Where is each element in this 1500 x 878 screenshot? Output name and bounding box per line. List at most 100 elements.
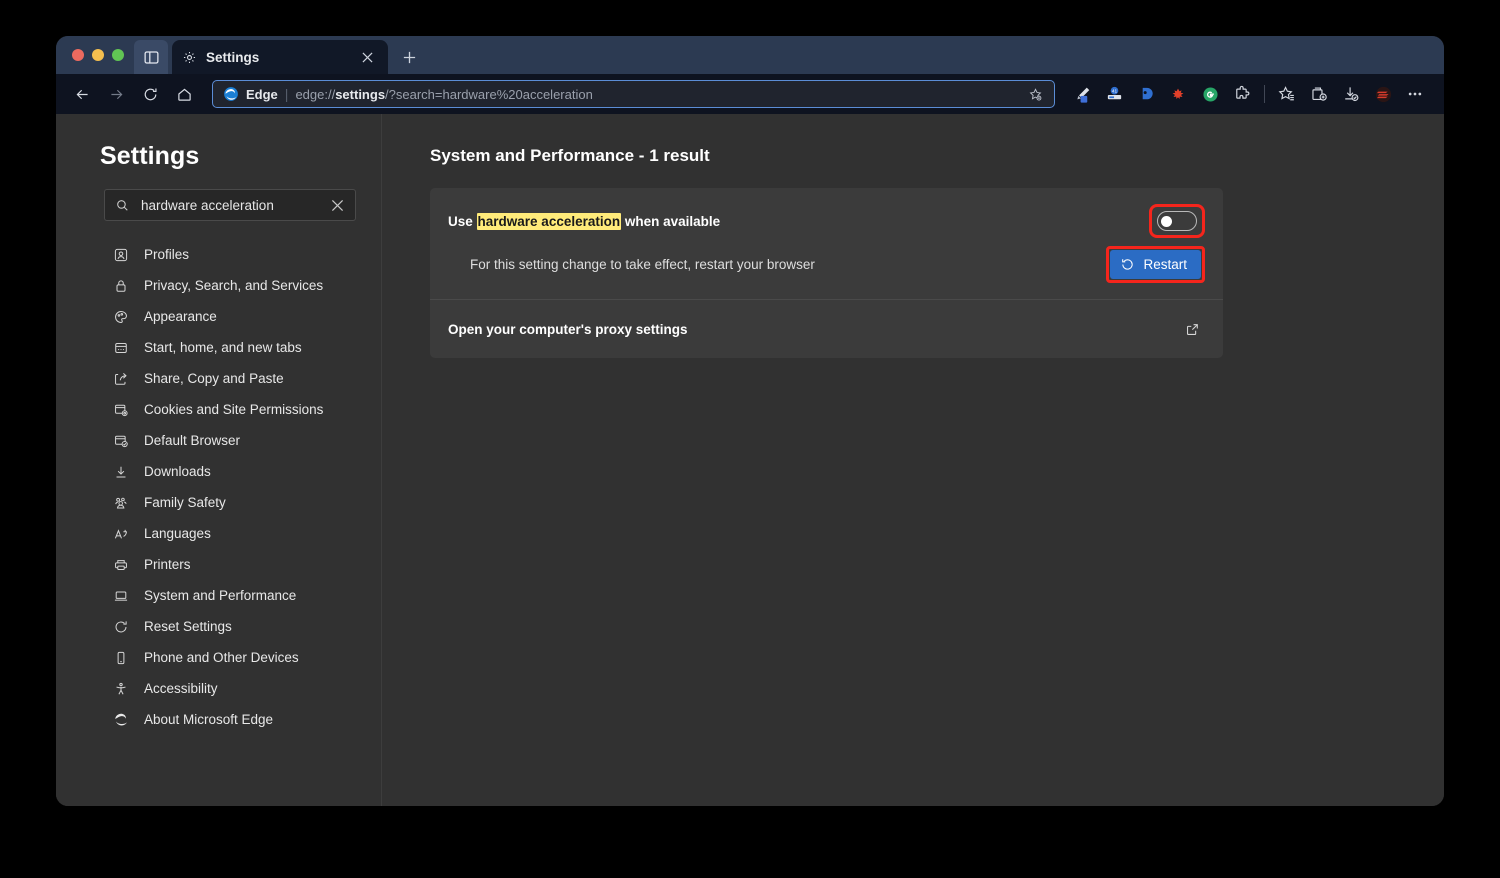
search-settings-box[interactable]: hardware acceleration [104, 189, 356, 221]
url-suffix: /?search=hardware%20acceleration [385, 87, 593, 102]
sidebar-item-label: Default Browser [144, 433, 240, 448]
sidebar-item-label: Downloads [144, 464, 211, 479]
maximize-window-button[interactable] [112, 49, 124, 61]
restart-button-label: Restart [1143, 257, 1187, 272]
sidebar-item-accessibility[interactable]: Accessibility [56, 673, 381, 704]
minimize-window-button[interactable] [92, 49, 104, 61]
close-icon[interactable] [356, 46, 378, 68]
toolbar-divider [1264, 85, 1265, 103]
label-after: when available [621, 214, 720, 229]
search-result-heading: System and Performance - 1 result [430, 146, 1444, 166]
sidebar-item-default-browser[interactable]: Default Browser [56, 425, 381, 456]
proxy-settings-label: Open your computer's proxy settings [448, 322, 1179, 337]
sidebar-item-phone-devices[interactable]: Phone and Other Devices [56, 642, 381, 673]
sidebar-item-label: Family Safety [144, 495, 226, 510]
phone-icon [112, 649, 130, 667]
sidebar-item-label: Start, home, and new tabs [144, 340, 302, 355]
sidebar-item-printers[interactable]: Printers [56, 549, 381, 580]
label-before: Use [448, 214, 477, 229]
arrow-left-icon[interactable] [66, 79, 98, 109]
proxy-settings-row[interactable]: Open your computer's proxy settings [430, 300, 1223, 358]
downloads-icon[interactable] [1336, 79, 1366, 109]
sidebar-item-label: Profiles [144, 247, 189, 262]
traffic-lights [68, 36, 134, 74]
sidebar-item-label: Share, Copy and Paste [144, 371, 284, 386]
collections-icon[interactable] [1304, 79, 1334, 109]
settings-sidebar: Settings hardware acceleration [56, 114, 382, 806]
sidebar-item-label: Phone and Other Devices [144, 650, 299, 665]
hardware-acceleration-toggle[interactable] [1157, 211, 1197, 231]
sidebar-item-label: Privacy, Search, and Services [144, 278, 323, 293]
sidebar-item-privacy[interactable]: Privacy, Search, and Services [56, 270, 381, 301]
search-icon [115, 198, 130, 213]
hardware-acceleration-label: Use hardware acceleration when available [448, 214, 1149, 229]
sidebar-item-appearance[interactable]: Appearance [56, 301, 381, 332]
search-input[interactable]: hardware acceleration [141, 198, 316, 213]
omnibox-brand: Edge [246, 87, 278, 102]
hardware-acceleration-section: Use hardware acceleration when available… [430, 188, 1223, 299]
reload-icon[interactable] [134, 79, 166, 109]
toolbar-icons: 41 [1067, 79, 1430, 109]
printer-icon [112, 556, 130, 574]
sidebar-item-reset-settings[interactable]: Reset Settings [56, 611, 381, 642]
profile-icon [112, 246, 130, 264]
sidebar-item-downloads[interactable]: Downloads [56, 456, 381, 487]
url-bold: settings [335, 87, 385, 102]
palette-icon [112, 308, 130, 326]
favorites-star-icon[interactable] [1272, 79, 1302, 109]
home-icon[interactable] [168, 79, 200, 109]
arrow-right-icon[interactable] [100, 79, 132, 109]
window-icon [112, 339, 130, 357]
maple-leaf-extension-icon[interactable] [1163, 79, 1193, 109]
sidebar-item-start-home[interactable]: Start, home, and new tabs [56, 332, 381, 363]
badge-extension-icon[interactable]: 41 [1099, 79, 1129, 109]
sidebar-item-profiles[interactable]: Profiles [56, 239, 381, 270]
hardware-acceleration-toggle-wrap [1149, 204, 1205, 238]
extensions-puzzle-icon[interactable] [1227, 79, 1257, 109]
browser-window: Settings [56, 36, 1444, 806]
close-icon[interactable] [327, 195, 347, 215]
toggle-knob [1161, 216, 1172, 227]
browser-tab[interactable]: Settings [172, 40, 388, 74]
close-window-button[interactable] [72, 49, 84, 61]
add-favorite-icon[interactable] [1024, 83, 1046, 105]
family-icon [112, 494, 130, 512]
sidebar-item-system-performance[interactable]: System and Performance [56, 580, 381, 611]
blue-d-extension-icon[interactable] [1131, 79, 1161, 109]
sidebar-item-label: System and Performance [144, 588, 296, 603]
sidebar-item-languages[interactable]: Languages [56, 518, 381, 549]
sidebar-panel-icon[interactable] [134, 40, 168, 74]
settings-content: System and Performance - 1 result Use ha… [382, 114, 1444, 806]
plus-icon[interactable] [398, 46, 420, 68]
sidebar-item-share-copy-paste[interactable]: Share, Copy and Paste [56, 363, 381, 394]
sidebar-item-about-edge[interactable]: About Microsoft Edge [56, 704, 381, 735]
restart-button[interactable]: Restart [1110, 250, 1201, 279]
reset-icon [1120, 257, 1135, 272]
sidebar-item-cookies[interactable]: Cookies and Site Permissions [56, 394, 381, 425]
tab-title: Settings [206, 50, 347, 65]
omnibox-url: edge://settings/?search=hardware%20accel… [295, 87, 1017, 102]
browser-toolbar: Edge | edge://settings/?search=hardware%… [56, 74, 1444, 114]
hardware-acceleration-row: Use hardware acceleration when available [430, 188, 1223, 242]
sidebar-item-label: About Microsoft Edge [144, 712, 273, 727]
restart-button-wrap: Restart [1106, 246, 1205, 283]
edge-logo-icon [112, 711, 130, 729]
settings-more-icon[interactable] [1400, 79, 1430, 109]
page-title: Settings [56, 142, 381, 171]
sidebar-item-family-safety[interactable]: Family Safety [56, 487, 381, 518]
settings-nav-list: Profiles Privacy, Search, and Services [56, 239, 381, 735]
omnibox-separator: | [285, 86, 289, 102]
sidebar-item-label: Reset Settings [144, 619, 232, 634]
language-icon [112, 525, 130, 543]
settings-card: Use hardware acceleration when available… [430, 188, 1223, 358]
grammarly-icon[interactable] [1195, 79, 1225, 109]
pen-highlighter-icon[interactable] [1067, 79, 1097, 109]
accessibility-icon [112, 680, 130, 698]
sidebar-item-label: Languages [144, 526, 211, 541]
sidebar-item-label: Accessibility [144, 681, 218, 696]
external-link-icon[interactable] [1179, 316, 1205, 342]
red-notes-extension-icon[interactable] [1368, 79, 1398, 109]
settings-page: Settings hardware acceleration [56, 114, 1444, 806]
address-bar[interactable]: Edge | edge://settings/?search=hardware%… [212, 80, 1055, 108]
sidebar-item-label: Cookies and Site Permissions [144, 402, 323, 417]
